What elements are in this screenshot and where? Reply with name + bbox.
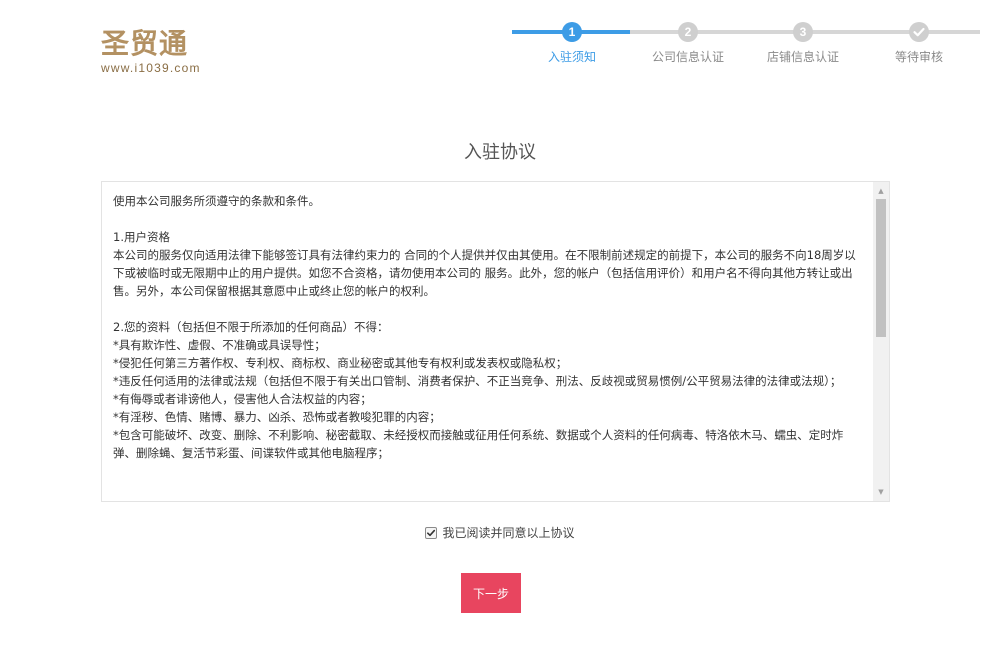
step-1: 1 入驻须知	[517, 20, 627, 65]
agreement-scrollbar[interactable]: ▲ ▼	[873, 182, 889, 501]
section-2-item: *侵犯任何第三方著作权、专利权、商标权、商业秘密或其他专有权利或发表权或隐私权；	[113, 356, 568, 370]
step-3-number: 3	[793, 22, 813, 42]
section-2-item: *具有欺诈性、虚假、不准确或具误导性；	[113, 338, 326, 352]
step-2-number: 2	[678, 22, 698, 42]
agree-checkbox[interactable]	[425, 526, 438, 539]
section-1-title: 1.用户资格	[113, 230, 170, 244]
step-3-label: 店铺信息认证	[766, 50, 839, 64]
scroll-up-arrow-icon[interactable]: ▲	[873, 184, 889, 198]
step-4: 等待审核	[864, 20, 974, 65]
section-2-item: *有侮辱或者诽谤他人，侵害他人合法权益的内容；	[113, 392, 372, 406]
step-2-label: 公司信息认证	[651, 50, 724, 64]
agree-row: 我已阅读并同意以上协议	[0, 524, 1000, 541]
section-1-body: 本公司的服务仅向适用法律下能够签订具有法律约束力的 合同的个人提供并仅由其使用。…	[113, 248, 856, 298]
agree-checkbox-label[interactable]: 我已阅读并同意以上协议	[425, 524, 575, 541]
check-icon	[909, 22, 929, 42]
step-4-label: 等待审核	[894, 50, 943, 64]
scroll-thumb[interactable]	[876, 199, 886, 337]
next-step-button[interactable]: 下一步	[461, 573, 521, 613]
logo-url: www.i1039.com	[101, 61, 201, 75]
step-1-number: 1	[562, 22, 582, 42]
agreement-intro: 使用本公司服务所须遵守的条款和条件。	[113, 194, 320, 208]
site-logo[interactable]: 圣贸通 www.i1039.com	[101, 28, 213, 78]
checkmark-icon	[427, 529, 436, 536]
step-1-label: 入驻须知	[547, 50, 596, 64]
page-title: 入驻协议	[464, 142, 536, 163]
step-3: 3 店铺信息认证	[748, 20, 858, 65]
section-2-item: *违反任何适用的法律或法规（包括但不限于有关出口管制、消费者保护、不正当竞争、刑…	[113, 374, 842, 388]
scroll-down-arrow-icon[interactable]: ▼	[873, 485, 889, 499]
section-2-item: *包含可能破坏、改变、删除、不利影响、秘密截取、未经授权而接触或征用任何系统、数…	[113, 428, 844, 460]
section-2-title: 2.您的资料（包括但不限于所添加的任何商品）不得：	[113, 320, 389, 334]
logo-name: 圣贸通	[101, 27, 189, 60]
progress-stepper: 1 入驻须知 2 公司信息认证 3 店铺信息认证 等待审核	[512, 20, 980, 70]
step-2: 2 公司信息认证	[633, 20, 743, 65]
agree-text: 我已阅读并同意以上协议	[442, 526, 575, 540]
section-2-item: *有淫秽、色情、赌博、暴力、凶杀、恐怖或者教唆犯罪的内容；	[113, 410, 441, 424]
agreement-text: 使用本公司服务所须遵守的条款和条件。 1.用户资格 本公司的服务仅向适用法律下能…	[113, 192, 865, 462]
agreement-scroll-box[interactable]: 使用本公司服务所须遵守的条款和条件。 1.用户资格 本公司的服务仅向适用法律下能…	[101, 181, 890, 502]
